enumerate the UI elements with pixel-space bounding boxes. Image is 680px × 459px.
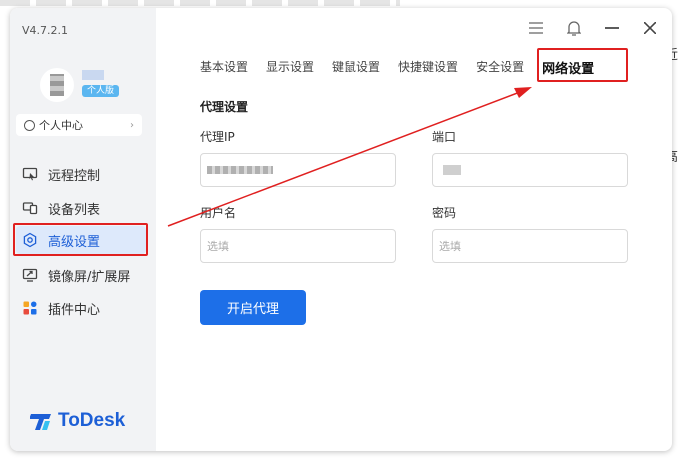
tab-keyboard-mouse[interactable]: 键鼠设置: [332, 58, 380, 77]
proxy-ip-input[interactable]: [200, 153, 396, 187]
chevron-right-icon: ›: [130, 119, 134, 131]
tab-security[interactable]: 安全设置: [476, 58, 524, 77]
profile-center-label: 个人中心: [39, 119, 83, 132]
remote-control-icon: [22, 166, 38, 182]
menu-icon[interactable]: [528, 20, 544, 36]
sidebar-item-remote-control[interactable]: 远程控制: [16, 160, 146, 188]
minimize-icon[interactable]: [604, 20, 620, 36]
sidebar-item-plugin-center[interactable]: 插件中心: [16, 294, 146, 322]
settings-tabs: 基本设置 显示设置 键鼠设置 快捷键设置 安全设置 网络设置: [200, 58, 612, 77]
sidebar-item-label: 镜像屏/扩展屏: [48, 269, 131, 285]
background-page-text: [0, 0, 400, 6]
mirror-screen-icon: [22, 267, 38, 283]
sidebar-item-label: 远程控制: [48, 168, 101, 184]
redacted-ip-value: [207, 166, 273, 174]
todesk-logo-icon: [30, 414, 51, 430]
port-input[interactable]: [432, 153, 628, 187]
sidebar-item-label: 设备列表: [48, 202, 101, 218]
tab-shortcuts[interactable]: 快捷键设置: [398, 58, 458, 77]
enable-proxy-button[interactable]: 开启代理: [200, 290, 306, 325]
advanced-settings-icon: [22, 232, 38, 248]
sidebar-item-mirror-screen[interactable]: 镜像屏/扩展屏: [16, 261, 146, 289]
profile-center-button[interactable]: 个人中心 ›: [16, 114, 142, 136]
sidebar-item-advanced-settings[interactable]: 高级设置: [16, 226, 146, 254]
close-icon[interactable]: [642, 20, 658, 36]
password-placeholder: 选填: [439, 240, 461, 253]
proxy-ip-label: 代理IP: [200, 130, 235, 144]
password-input[interactable]: 选填: [432, 229, 628, 263]
sidebar: V4.7.2.1 个人版 个人中心 › 远程控制 设备列表 高级设置 镜像屏/扩…: [10, 8, 156, 451]
user-edition-badge: 个人版: [82, 85, 120, 97]
tab-display[interactable]: 显示设置: [266, 58, 314, 77]
tab-basic[interactable]: 基本设置: [200, 58, 248, 77]
todesk-window: V4.7.2.1 个人版 个人中心 › 远程控制 设备列表 高级设置 镜像屏/扩…: [10, 8, 672, 451]
titlebar-controls: [528, 20, 658, 36]
redacted-port-value: [443, 165, 461, 175]
sidebar-item-label: 插件中心: [48, 302, 101, 318]
user-name-redacted: [82, 70, 104, 80]
version-label: V4.7.2.1: [22, 24, 69, 37]
port-label: 端口: [432, 130, 457, 144]
bell-icon[interactable]: [566, 20, 582, 36]
todesk-logo: ToDesk: [30, 410, 125, 432]
username-label: 用户名: [200, 206, 237, 220]
plugin-center-icon: [22, 300, 38, 316]
sidebar-item-label: 高级设置: [48, 234, 101, 250]
proxy-section-title: 代理设置: [200, 100, 249, 114]
logo-text: ToDesk: [58, 410, 126, 431]
password-label: 密码: [432, 206, 457, 220]
user-icon: [24, 119, 35, 131]
tab-network[interactable]: 网络设置: [542, 58, 594, 77]
avatar[interactable]: [40, 68, 74, 102]
username-placeholder: 选填: [207, 240, 229, 253]
device-list-icon: [22, 200, 38, 216]
sidebar-item-device-list[interactable]: 设备列表: [16, 194, 146, 222]
username-input[interactable]: 选填: [200, 229, 396, 263]
